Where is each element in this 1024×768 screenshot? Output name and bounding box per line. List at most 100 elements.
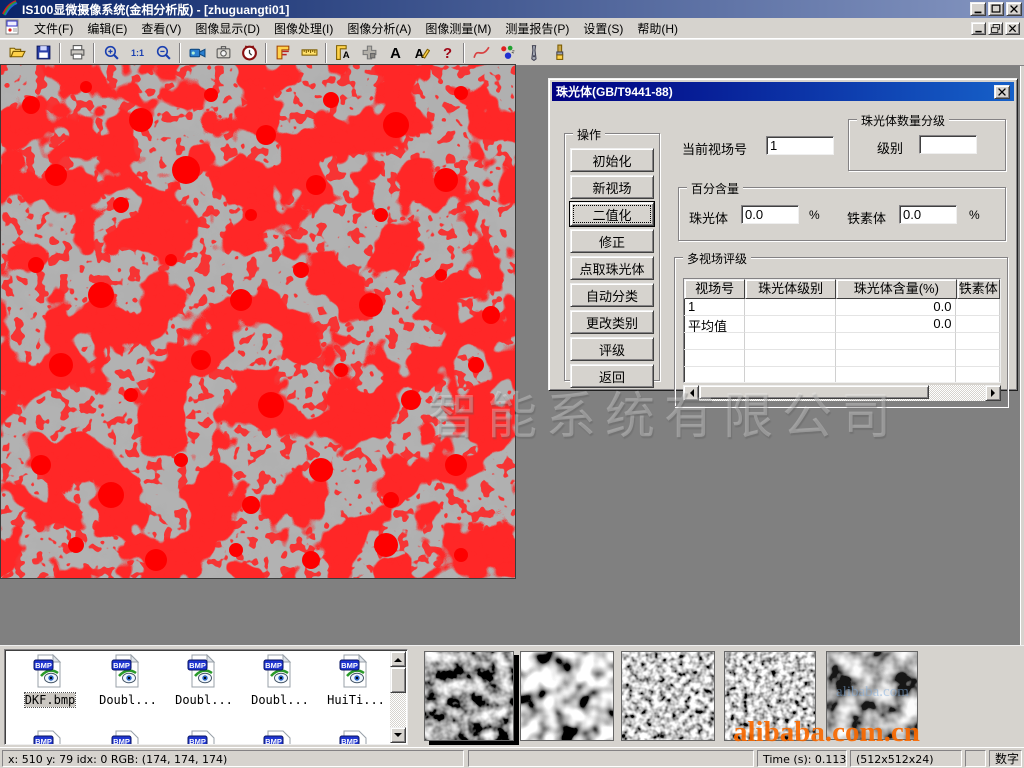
scroll-down-icon[interactable] (390, 727, 406, 743)
thumbnail-1[interactable] (424, 651, 514, 741)
percent-group-label: 百分含量 (687, 180, 743, 197)
cell-extra (956, 316, 1000, 333)
file-name[interactable]: Doubl... (175, 693, 233, 707)
menu-view[interactable]: 查看(V) (134, 18, 188, 39)
scroll-thumb[interactable] (390, 667, 406, 693)
binarize-button[interactable]: 二值化 (570, 202, 654, 226)
current-field-input[interactable] (766, 136, 834, 155)
file-item[interactable]: BMP Doubl... (91, 654, 165, 707)
change-class-button[interactable]: 更改类别 (570, 310, 654, 334)
help-button[interactable]: ? (434, 41, 460, 65)
open-button[interactable] (4, 41, 30, 65)
menu-image-measure[interactable]: 图像测量(M) (418, 18, 498, 39)
application-window: { "window": { "title": "IS100显微摄像系统(金相分析… (0, 0, 1024, 768)
file-item-partial[interactable]: BMP (243, 730, 317, 745)
menu-measure-report[interactable]: 测量报告(P) (498, 18, 576, 39)
caliper-measure-button[interactable] (270, 41, 296, 65)
ferrite-input[interactable] (899, 205, 957, 224)
new-field-button[interactable]: 新视场 (570, 175, 654, 199)
correct-button[interactable]: 修正 (570, 229, 654, 253)
measure-label-button[interactable]: A (330, 41, 356, 65)
mdi-minimize-icon[interactable] (971, 22, 986, 35)
zoom-in-button[interactable] (98, 41, 124, 65)
scroll-up-icon[interactable] (390, 651, 406, 667)
table-row[interactable]: 1 0.0 (684, 299, 1000, 316)
pen-tool-button[interactable] (520, 41, 546, 65)
scroll-thumb[interactable] (699, 385, 929, 399)
mdi-restore-icon[interactable] (988, 22, 1003, 35)
file-list[interactable]: BMP DKF.bmp BMP Doubl... BMP (4, 649, 408, 745)
snapshot-button[interactable] (210, 41, 236, 65)
file-item[interactable]: BMP Doubl... (243, 654, 317, 707)
svg-text:BMP: BMP (265, 737, 282, 745)
app-logo-icon (2, 0, 18, 19)
printer-icon (69, 44, 86, 61)
count-dots-icon (499, 44, 516, 61)
timer-button[interactable] (236, 41, 262, 65)
close-icon[interactable] (1006, 2, 1022, 16)
cursor-position-status: x: 510 y: 79 idx: 0 RGB: (174, 174, 174) (2, 750, 464, 767)
curve-tool-button[interactable] (468, 41, 494, 65)
menu-image-display[interactable]: 图像显示(D) (188, 18, 267, 39)
menu-image-analysis[interactable]: 图像分析(A) (340, 18, 418, 39)
svg-text:BMP: BMP (189, 661, 206, 670)
return-button[interactable]: 返回 (570, 364, 654, 388)
menu-help[interactable]: 帮助(H) (630, 18, 685, 39)
actual-size-button[interactable]: 1:1 (124, 41, 150, 65)
file-list-scrollbar[interactable] (390, 651, 406, 743)
ruler-button[interactable] (296, 41, 322, 65)
file-item[interactable]: BMP HuiTi... (319, 654, 393, 707)
file-name[interactable]: DKF.bmp (25, 693, 76, 707)
toolbar-separator (93, 43, 95, 63)
scroll-track[interactable] (699, 385, 985, 401)
pick-pearlite-button[interactable]: 点取珠光体 (570, 256, 654, 280)
help-icon: ? (439, 44, 456, 61)
thumbnail-4[interactable] (724, 651, 816, 741)
init-button[interactable]: 初始化 (570, 148, 654, 172)
file-name[interactable]: HuiTi... (327, 693, 385, 707)
file-item-partial[interactable]: BMP (13, 730, 87, 745)
print-button[interactable] (64, 41, 90, 65)
menu-file[interactable]: 文件(F) (27, 18, 80, 39)
pearlite-input[interactable] (741, 205, 799, 224)
auto-classify-button[interactable]: 自动分类 (570, 283, 654, 307)
thumbnail-2[interactable] (520, 651, 614, 741)
table-row[interactable]: 平均值 0.0 (684, 316, 1000, 333)
brush-tool-button[interactable] (546, 41, 572, 65)
file-item-partial[interactable]: BMP (167, 730, 241, 745)
text-tool-button[interactable]: A (382, 41, 408, 65)
file-name[interactable]: Doubl... (99, 693, 157, 707)
bmp-file-icon: BMP (263, 654, 297, 688)
file-name[interactable]: Doubl... (251, 693, 309, 707)
thumbnail-5[interactable] (826, 651, 918, 740)
grade-button[interactable]: 评级 (570, 337, 654, 361)
level-input[interactable] (919, 135, 977, 154)
save-button[interactable] (30, 41, 56, 65)
annotate-tool-button[interactable]: A (408, 41, 434, 65)
count-tool-button[interactable] (494, 41, 520, 65)
menu-settings[interactable]: 设置(S) (576, 18, 630, 39)
thumbnail-3[interactable] (621, 651, 715, 741)
menu-image-processing[interactable]: 图像处理(I) (267, 18, 340, 39)
grading-table[interactable]: 视场号 珠光体级别 珠光体含量(%) 铁素体 1 0.0 平均值 0.0 (683, 278, 1001, 383)
file-item[interactable]: BMP DKF.bmp (13, 654, 87, 707)
cell-extra (956, 299, 1000, 316)
menu-edit[interactable]: 编辑(E) (80, 18, 134, 39)
scroll-left-icon[interactable] (683, 385, 699, 401)
video-capture-button[interactable] (184, 41, 210, 65)
minimize-icon[interactable] (970, 2, 986, 16)
maximize-icon[interactable] (988, 2, 1004, 16)
scroll-right-icon[interactable] (985, 385, 1001, 401)
file-item-partial[interactable]: BMP (319, 730, 393, 745)
file-item-partial[interactable]: BMP (91, 730, 165, 745)
dialog-title-bar[interactable]: 珠光体(GB/T9441-88) (552, 82, 1014, 101)
document-icon[interactable] (4, 19, 21, 38)
metallographic-image-canvas[interactable] (0, 64, 516, 579)
mdi-close-icon[interactable] (1005, 22, 1020, 35)
table-horizontal-scrollbar[interactable] (683, 385, 1001, 401)
text-edit-icon: A (413, 44, 430, 61)
dialog-close-icon[interactable] (994, 85, 1010, 99)
merge-tool-button[interactable] (356, 41, 382, 65)
file-item[interactable]: BMP Doubl... (167, 654, 241, 707)
zoom-out-button[interactable] (150, 41, 176, 65)
